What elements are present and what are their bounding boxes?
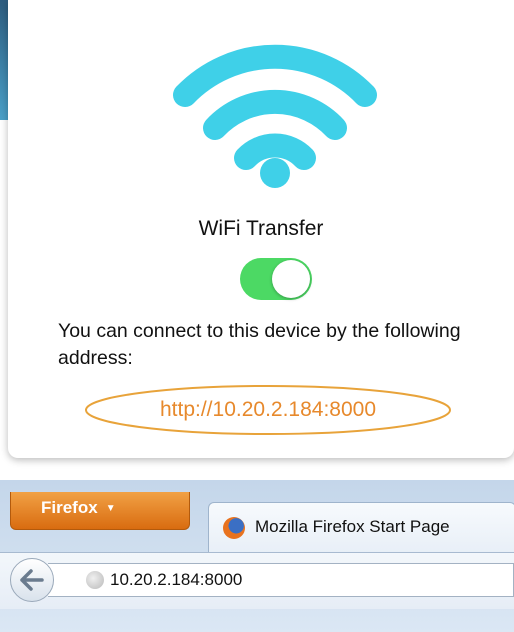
firefox-icon (223, 517, 245, 539)
toggle-knob (272, 260, 310, 298)
wifi-transfer-toggle[interactable] (240, 258, 312, 300)
wifi-transfer-panel: WiFi Transfer You can connect to this de… (8, 0, 514, 458)
background-window-edge (0, 0, 8, 120)
address-bar-url: 10.20.2.184:8000 (110, 570, 243, 589)
wifi-transfer-title: WiFi Transfer (198, 217, 324, 240)
back-arrow-icon (20, 569, 44, 591)
connect-instructions: You can connect to this device by the fo… (58, 320, 461, 369)
server-address-link[interactable]: http://10.20.2.184:8000 (83, 383, 453, 437)
wifi-icon (173, 44, 377, 188)
firefox-menu-label: Firefox (41, 498, 98, 517)
address-bar[interactable]: 10.20.2.184:8000 (48, 563, 514, 597)
tab-title: Mozilla Firefox Start Page (255, 517, 450, 536)
globe-icon (86, 571, 104, 589)
back-button[interactable] (10, 558, 54, 602)
firefox-window: Firefox ▼ Mozilla Firefox Start Page 10.2… (0, 480, 514, 632)
chevron-down-icon: ▼ (105, 503, 116, 515)
navigation-bar: 10.20.2.184:8000 (0, 552, 514, 609)
firefox-menu-button[interactable]: Firefox ▼ (10, 492, 190, 530)
browser-tab[interactable]: Mozilla Firefox Start Page (208, 502, 514, 553)
address-highlight: http://10.20.2.184:8000 (83, 383, 453, 437)
